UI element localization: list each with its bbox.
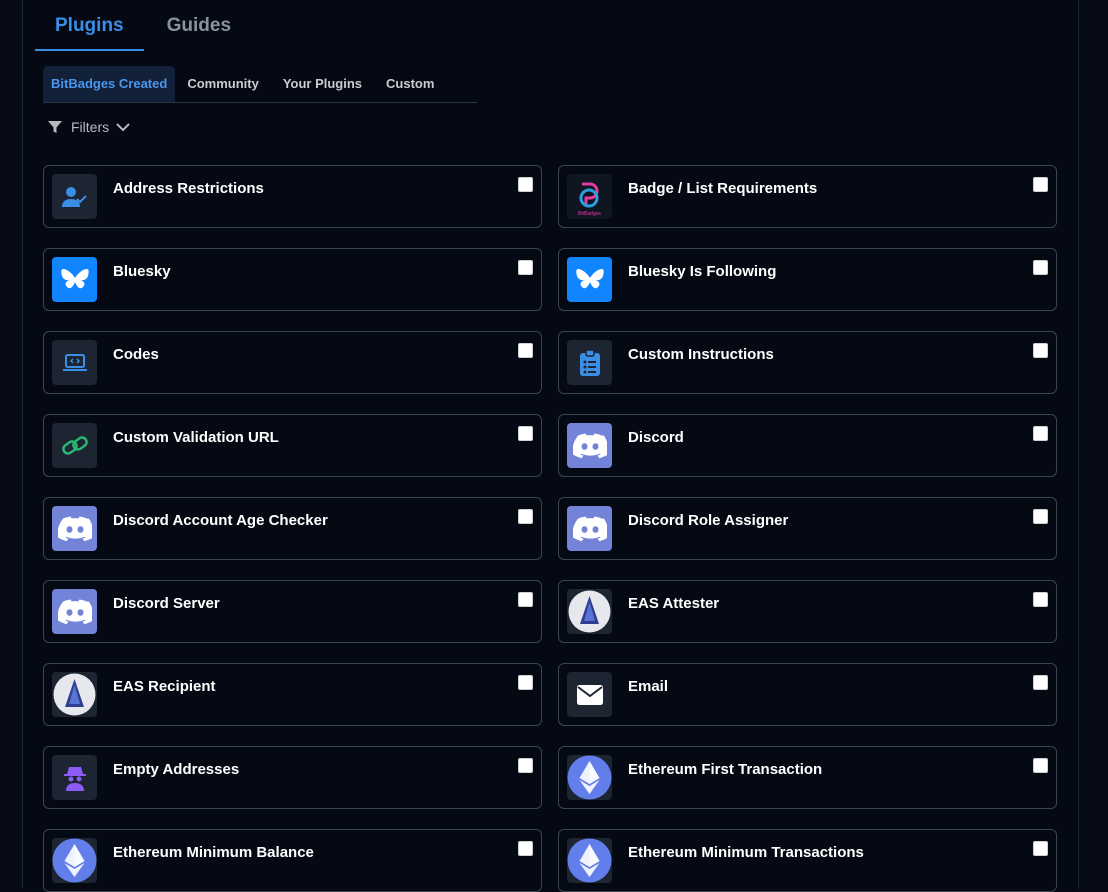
tab-community[interactable]: Community xyxy=(175,66,271,102)
eas-logo-icon xyxy=(567,589,612,634)
select-checkbox[interactable] xyxy=(1033,592,1048,607)
select-checkbox[interactable] xyxy=(1033,260,1048,275)
filters-toggle[interactable]: Filters xyxy=(47,117,131,137)
select-checkbox[interactable] xyxy=(1033,841,1048,856)
select-checkbox[interactable] xyxy=(518,426,533,441)
plugin-card[interactable]: Empty Addresses xyxy=(43,746,542,809)
plugin-title: Email xyxy=(628,678,669,695)
plugin-card[interactable]: Discord Server xyxy=(43,580,542,643)
select-checkbox[interactable] xyxy=(1033,426,1048,441)
select-checkbox[interactable] xyxy=(518,177,533,192)
plugin-title: Badge / List Requirements xyxy=(628,180,818,197)
plugin-title: Discord Server xyxy=(113,595,220,612)
plugin-card[interactable]: Email xyxy=(558,663,1057,726)
discord-icon xyxy=(567,423,612,468)
select-checkbox[interactable] xyxy=(1033,177,1048,192)
plugin-title: Discord xyxy=(628,429,684,446)
discord-icon xyxy=(52,589,97,634)
plugin-title: Ethereum First Transaction xyxy=(628,761,823,778)
select-checkbox[interactable] xyxy=(1033,675,1048,690)
main-tabs: Plugins Guides xyxy=(35,0,251,51)
plugin-title: Discord Account Age Checker xyxy=(113,512,328,529)
select-checkbox[interactable] xyxy=(518,509,533,524)
plugin-card[interactable]: Bluesky xyxy=(43,248,542,311)
ethereum-icon xyxy=(567,838,612,883)
plugin-category-tabs: BitBadges Created Community Your Plugins… xyxy=(43,66,477,103)
plugin-card[interactable]: BitBadges Badge / List Requirements xyxy=(558,165,1057,228)
bluesky-butterfly-icon xyxy=(52,257,97,302)
laptop-code-icon xyxy=(52,340,97,385)
filters-label: Filters xyxy=(71,119,110,135)
bitbadges-logo-text: BitBadges xyxy=(578,211,601,217)
tab-custom[interactable]: Custom xyxy=(374,66,446,102)
filter-icon xyxy=(47,119,63,135)
tab-guides[interactable]: Guides xyxy=(147,14,251,50)
tab-bitbadges-created[interactable]: BitBadges Created xyxy=(43,66,176,102)
plugin-title: Custom Validation URL xyxy=(113,429,279,446)
plugin-card[interactable]: Ethereum Minimum Balance xyxy=(43,829,542,892)
ethereum-icon xyxy=(567,755,612,800)
discord-icon xyxy=(52,506,97,551)
plugin-title: Bluesky xyxy=(113,263,171,280)
link-icon xyxy=(52,423,97,468)
select-checkbox[interactable] xyxy=(518,675,533,690)
discord-icon xyxy=(567,506,612,551)
plugin-title: Address Restrictions xyxy=(113,180,264,197)
tab-your-plugins[interactable]: Your Plugins xyxy=(271,66,374,102)
plugin-title: Empty Addresses xyxy=(113,761,240,778)
plugin-title: Bluesky Is Following xyxy=(628,263,777,280)
select-checkbox[interactable] xyxy=(1033,343,1048,358)
plugin-card[interactable]: Codes xyxy=(43,331,542,394)
plugin-title: Codes xyxy=(113,346,159,363)
plugin-card[interactable]: Address Restrictions xyxy=(43,165,542,228)
spy-icon xyxy=(52,755,97,800)
select-checkbox[interactable] xyxy=(518,343,533,358)
plugin-title: Ethereum Minimum Transactions xyxy=(628,844,864,861)
chevron-down-icon xyxy=(115,121,131,133)
plugin-card[interactable]: Discord Account Age Checker xyxy=(43,497,542,560)
plugin-title: Custom Instructions xyxy=(628,346,774,363)
select-checkbox[interactable] xyxy=(518,260,533,275)
plugin-title: Discord Role Assigner xyxy=(628,512,789,529)
plugin-card[interactable]: EAS Attester xyxy=(558,580,1057,643)
plugin-card[interactable]: EAS Recipient xyxy=(43,663,542,726)
bitbadges-logo-icon: BitBadges xyxy=(567,174,612,219)
select-checkbox[interactable] xyxy=(518,841,533,856)
plugin-card[interactable]: Ethereum Minimum Transactions xyxy=(558,829,1057,892)
plugin-card[interactable]: Discord xyxy=(558,414,1057,477)
plugin-card[interactable]: Custom Validation URL xyxy=(43,414,542,477)
eas-logo-icon xyxy=(52,672,97,717)
plugin-title: EAS Recipient xyxy=(113,678,216,695)
envelope-icon xyxy=(567,672,612,717)
plugin-card[interactable]: Ethereum First Transaction xyxy=(558,746,1057,809)
user-check-icon xyxy=(52,174,97,219)
plugin-title: EAS Attester xyxy=(628,595,720,612)
select-checkbox[interactable] xyxy=(518,592,533,607)
plugin-card[interactable]: Discord Role Assigner xyxy=(558,497,1057,560)
plugin-grid: Address Restrictions BitBadges Badge / L… xyxy=(43,165,1057,892)
select-checkbox[interactable] xyxy=(1033,509,1048,524)
bluesky-butterfly-icon xyxy=(567,257,612,302)
clipboard-list-icon xyxy=(567,340,612,385)
select-checkbox[interactable] xyxy=(518,758,533,773)
ethereum-icon xyxy=(52,838,97,883)
plugin-title: Ethereum Minimum Balance xyxy=(113,844,314,861)
plugin-card[interactable]: Custom Instructions xyxy=(558,331,1057,394)
plugin-card[interactable]: Bluesky Is Following xyxy=(558,248,1057,311)
select-checkbox[interactable] xyxy=(1033,758,1048,773)
tab-plugins[interactable]: Plugins xyxy=(35,14,144,51)
